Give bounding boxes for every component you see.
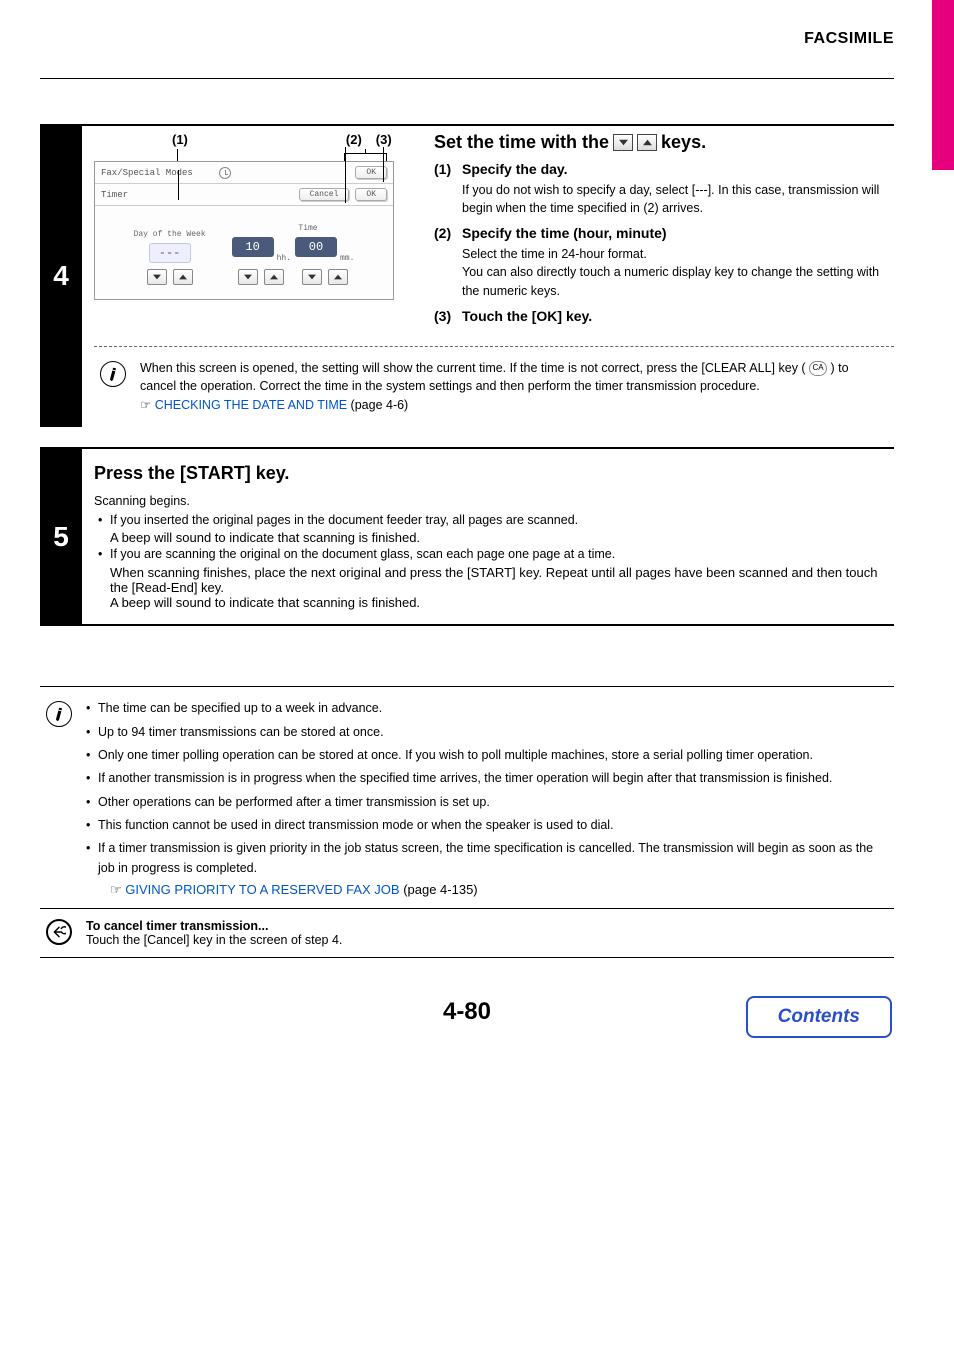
item-num-2: (2) (434, 225, 462, 299)
notes-block: The time can be specified up to a week i… (40, 687, 894, 908)
day-up-button[interactable] (173, 269, 193, 285)
contents-button[interactable]: Contents (746, 996, 892, 1038)
clock-icon (219, 167, 231, 179)
callout-2: (2) (346, 132, 362, 147)
page-header: FACSIMILE (40, 30, 894, 48)
link-priority-fax[interactable]: GIVING PRIORITY TO A RESERVED FAX JOB (125, 882, 399, 897)
panel-ok[interactable]: OK (355, 188, 387, 201)
min-up-button[interactable] (328, 269, 348, 285)
step4-note: When this screen is opened, the setting … (140, 359, 888, 415)
note-icon (46, 701, 72, 727)
note-item: This function cannot be used in direct t… (86, 816, 888, 835)
hour-unit: hh. (277, 254, 291, 263)
min-unit: mm. (340, 254, 354, 263)
item-body-2b: You can also directly touch a numeric di… (462, 263, 894, 299)
step-4: 4 (1) (2) (3) (40, 124, 894, 427)
note-item: If a timer transmission is given priorit… (86, 839, 888, 878)
item-head-1: Specify the day. (462, 161, 894, 177)
note-item: Only one timer polling operation can be … (86, 746, 888, 765)
cancel-block: To cancel timer transmission... Touch th… (40, 909, 894, 957)
step5-sub-1: A beep will sound to indicate that scann… (94, 530, 894, 545)
panel-timer-label: Timer (101, 190, 293, 200)
day-down-button[interactable] (147, 269, 167, 285)
hour-value[interactable]: 10 (232, 237, 274, 257)
item-body-1: If you do not wish to specify a day, sel… (462, 181, 894, 217)
item-head-2: Specify the time (hour, minute) (462, 225, 894, 241)
item-num-1: (1) (434, 161, 462, 217)
step5-bullet-2: If you are scanning the original on the … (98, 545, 894, 564)
step5-intro: Scanning begins. (94, 492, 894, 511)
cancel-body: Touch the [Cancel] key in the screen of … (86, 933, 342, 947)
clear-all-icon: CA (809, 361, 827, 376)
panel-cancel[interactable]: Cancel (299, 188, 350, 201)
note-item: Other operations can be performed after … (86, 793, 888, 812)
panel-breadcrumb: Fax/Special Modes (101, 168, 213, 178)
callout-3: (3) (376, 132, 392, 147)
min-value[interactable]: 00 (295, 237, 337, 257)
link-date-time[interactable]: CHECKING THE DATE AND TIME (155, 398, 347, 412)
item-body-2a: Select the time in 24-hour format. (462, 245, 894, 263)
time-label: Time (262, 224, 355, 233)
step-number-5: 5 (40, 449, 82, 624)
item-head-3: Touch the [OK] key. (462, 308, 894, 324)
down-key-icon (613, 134, 633, 151)
min-down-button[interactable] (302, 269, 322, 285)
step-number-4: 4 (40, 126, 82, 427)
callout-1: (1) (172, 132, 188, 147)
day-label: Day of the Week (134, 230, 206, 239)
note-icon (100, 361, 126, 387)
panel-screenshot: (1) (2) (3) Fax/Special Modes (94, 126, 414, 336)
step-5: 5 Press the [START] key. Scanning begins… (40, 447, 894, 626)
step5-bullet-1: If you inserted the original pages in th… (98, 511, 894, 530)
step4-title: Set the time with the keys. (434, 132, 894, 153)
day-value[interactable]: --- (149, 243, 191, 263)
note-item: The time can be specified up to a week i… (86, 699, 888, 718)
note-item: If another transmission is in progress w… (86, 769, 888, 788)
note-item: Up to 94 timer transmissions can be stor… (86, 723, 888, 742)
step5-sub-2b: A beep will sound to indicate that scann… (94, 595, 894, 610)
cancel-head: To cancel timer transmission... (86, 919, 342, 933)
hour-down-button[interactable] (238, 269, 258, 285)
step5-title: Press the [START] key. (94, 463, 894, 484)
hour-up-button[interactable] (264, 269, 284, 285)
item-num-3: (3) (434, 308, 462, 328)
cancel-icon (46, 919, 72, 945)
up-key-icon (637, 134, 657, 151)
step5-sub-2a: When scanning finishes, place the next o… (94, 565, 894, 595)
